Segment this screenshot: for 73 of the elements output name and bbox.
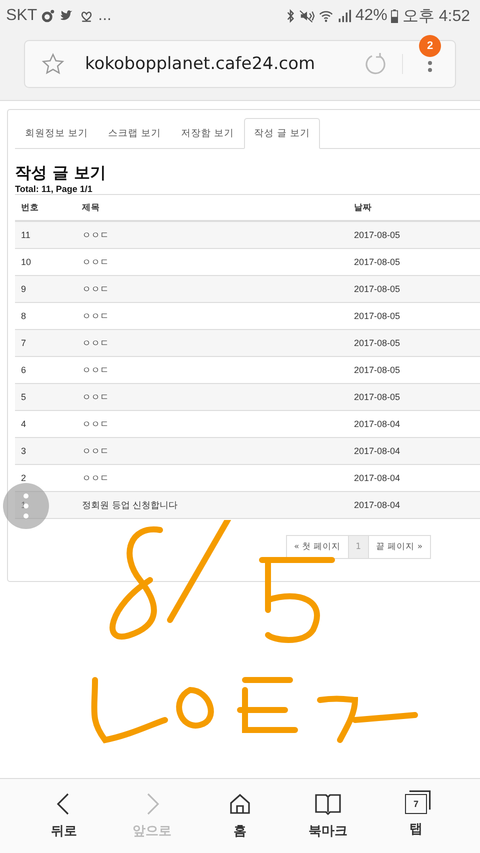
table-cell-text: 2017-08-04 <box>354 500 402 510</box>
table-cell-text: 2017-08-05 <box>354 284 402 294</box>
table-cell-text: 7 <box>20 338 28 348</box>
reload-icon[interactable] <box>364 52 388 76</box>
table-cell-text: ㅇㅇㄷ <box>82 472 110 484</box>
table-cell-text: 2017-08-05 <box>354 311 402 321</box>
table-cell-text: ㅇㅇㄷ <box>82 230 110 242</box>
tab[interactable]: 스크랩 보기 <box>98 118 172 149</box>
table-cell-text: 2017-08-04 <box>354 446 402 456</box>
table-cell-text: 2017-08-05 <box>354 230 402 240</box>
table-cell-text: 11 <box>20 230 32 240</box>
more-icon <box>23 493 29 519</box>
table-row[interactable]: 3 ㅇㅇㄷ 2017-08-04 <box>15 438 480 465</box>
table-row[interactable]: 11 ㅇㅇㄷ 2017-08-05 <box>15 222 480 249</box>
table-cell-text: 3 <box>20 446 28 456</box>
signal-icon <box>337 9 352 23</box>
column-header: 번호 <box>20 202 40 214</box>
table-cell-text: 2017-08-05 <box>354 257 402 267</box>
notification-icon <box>41 9 56 23</box>
home-icon <box>228 792 252 816</box>
book-icon <box>314 792 342 816</box>
column-header: 날짜 <box>354 202 373 214</box>
table-cell-text: 2017-08-05 <box>354 338 402 348</box>
page-heading: 작성 글 보기 <box>15 163 108 184</box>
tab[interactable]: 작성 글 보기 <box>244 118 320 149</box>
summary-text: Total: 11, Page 1/1 <box>15 184 94 194</box>
page-link[interactable]: « 첫 페이지 <box>286 535 349 559</box>
carrier-label: SKT <box>6 7 38 25</box>
bluetooth-icon <box>286 9 296 23</box>
battery-percent: 42% <box>355 7 388 25</box>
table-cell-text: 9 <box>20 284 28 294</box>
table-cell-text: 2017-08-05 <box>354 392 402 402</box>
page-link[interactable]: 끝 페이지 » <box>368 535 431 559</box>
heart-icon <box>79 9 94 23</box>
nav-button[interactable]: 뒤로 <box>29 779 99 853</box>
table-cell-text: 정회원 등업 신청합니다 <box>82 500 179 512</box>
table-cell-text: ㅇㅇㄷ <box>82 310 110 322</box>
table-cell-text: 6 <box>20 365 28 375</box>
nav-button[interactable]: 홈 <box>205 779 275 853</box>
notification-badge: 2 <box>419 35 441 57</box>
nav-button[interactable]: 북마크 <box>293 779 363 853</box>
table-cell-text: 2017-08-04 <box>354 419 402 429</box>
floating-menu-button[interactable] <box>3 483 49 529</box>
table-cell-text: ㅇㅇㄷ <box>82 392 110 404</box>
battery-icon <box>391 9 398 23</box>
table-cell-text: ㅇㅇㄷ <box>82 446 110 458</box>
table-cell-text: 4 <box>20 419 28 429</box>
table-cell-text: ㅇㅇㄷ <box>82 338 110 350</box>
clock: 오후 4:52 <box>402 6 470 26</box>
table-cell-text: ㅇㅇㄷ <box>82 256 110 268</box>
table-cell-text: 2017-08-05 <box>354 365 402 375</box>
table-cell-text: ㅇㅇㄷ <box>82 364 110 376</box>
tab[interactable]: 저장함 보기 <box>171 118 244 149</box>
table-cell-text: 10 <box>20 257 32 267</box>
table-cell-text: 2017-08-04 <box>354 473 402 483</box>
table-row[interactable]: 7 ㅇㅇㄷ 2017-08-05 <box>15 330 480 357</box>
table-cell-text: 5 <box>20 392 28 402</box>
table-row[interactable]: 9 ㅇㅇㄷ 2017-08-05 <box>15 276 480 303</box>
table-cell-text: 2 <box>20 473 28 483</box>
notification-more: ... <box>98 7 112 25</box>
column-header: 제목 <box>82 202 101 214</box>
star-icon[interactable] <box>41 52 65 76</box>
table-cell-text: ㅇㅇㄷ <box>82 418 110 430</box>
mute-icon <box>299 9 316 23</box>
wifi-icon <box>319 9 334 23</box>
table-cell-text: 8 <box>20 311 28 321</box>
tab[interactable]: 회원정보 보기 <box>15 118 98 149</box>
menu-icon <box>428 60 432 72</box>
url-text[interactable]: kokobopplanet.cafe24.com <box>85 54 364 74</box>
nav-button[interactable]: 7 탭 <box>381 779 451 853</box>
table-cell-text: ㅇㅇㄷ <box>82 284 110 296</box>
table-row[interactable]: 5 ㅇㅇㄷ 2017-08-05 <box>15 384 480 411</box>
tab-count: 7 <box>413 799 418 809</box>
